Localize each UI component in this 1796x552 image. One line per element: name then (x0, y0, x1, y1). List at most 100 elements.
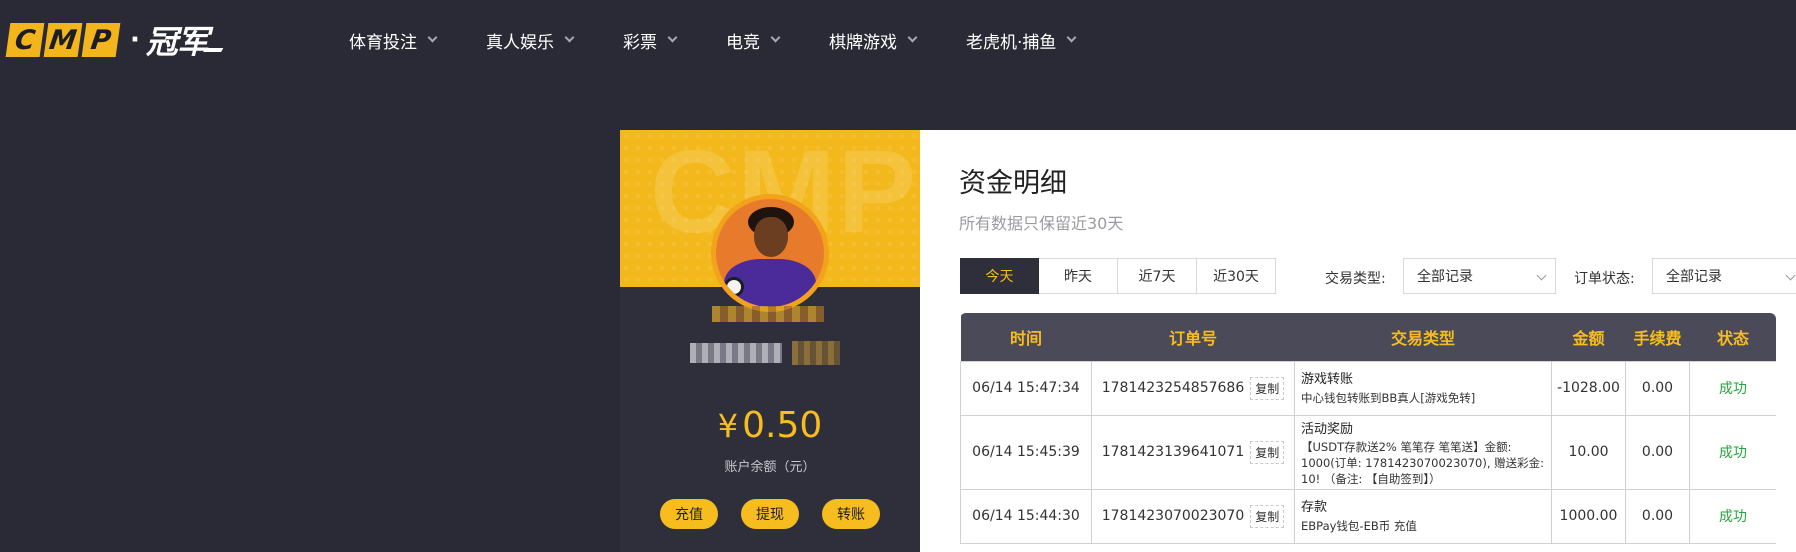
main-nav: 体育投注 真人娱乐 彩票 电竞 棋牌游戏 老虎机·捕鱼 (349, 0, 1077, 80)
transaction-type-label: 交易类型: (1325, 271, 1386, 287)
tab-last-7-days[interactable]: 近7天 (1118, 258, 1197, 294)
type-title: 游戏转账 (1301, 371, 1354, 387)
order-number: 1781423070023070 (1101, 508, 1245, 524)
column-header-type: 交易类型 (1390, 328, 1455, 348)
column-header-amount: 金额 (1572, 328, 1605, 348)
transaction-type-select[interactable]: 全部记录 (1403, 258, 1556, 294)
type-title: 存款 (1301, 499, 1328, 515)
nav-item-sports[interactable]: 体育投注 (349, 28, 438, 53)
cell-type: 存款 EBPay钱包-EB币 充值 (1294, 488, 1552, 544)
chevron-down-icon (770, 32, 781, 43)
table-row: 06/14 15:44:30 1781423070023070 复制 存款 EB… (960, 488, 1776, 544)
order-number: 1781423139641071 (1101, 444, 1245, 460)
cell-amount: 1000.00 (1551, 488, 1626, 544)
cell-type: 活动奖励 【USDT存款送2% 笔笔存 笔笔送】金额: 1000(订单: 178… (1294, 414, 1552, 490)
transaction-type-value: 全部记录 (1417, 269, 1473, 285)
cell-fee: 0.00 (1625, 488, 1690, 544)
table-row: 06/14 15:45:39 1781423139641071 复制 活动奖励 … (960, 414, 1776, 490)
cell-time: 06/14 15:47:34 (960, 360, 1092, 416)
logo-tail-mark (202, 48, 224, 52)
cell-order: 1781423254857686 复制 (1091, 360, 1295, 416)
column-header-time: 时间 (1009, 328, 1042, 348)
table-header-row: 时间 订单号 交易类型 金额 手续费 状态 (960, 313, 1776, 361)
page-subtitle: 所有数据只保留近30天 (959, 214, 1124, 233)
logo-letter-m: M (43, 23, 83, 57)
cell-fee: 0.00 (1625, 414, 1690, 490)
nav-item-label: 棋牌游戏 (829, 32, 897, 53)
cell-status: 成功 (1689, 360, 1776, 416)
nav-item-slots-fishing[interactable]: 老虎机·捕鱼 (966, 28, 1077, 53)
logo-letter-p: P (81, 23, 121, 57)
cell-amount: 10.00 (1551, 414, 1626, 490)
cell-order: 1781423070023070 复制 (1091, 488, 1295, 544)
cell-order: 1781423139641071 复制 (1091, 414, 1295, 490)
balance-value: 0.50 (742, 405, 823, 446)
nav-item-label: 电竞 (726, 32, 760, 53)
wallet-actions: 充值 提现 转账 (660, 499, 880, 529)
column-header-fee: 手续费 (1633, 328, 1682, 348)
cell-type: 游戏转账 中心钱包转账到BB真人[游戏免转] (1294, 360, 1552, 416)
type-detail: 中心钱包转账到BB真人[游戏免转] (1301, 390, 1476, 405)
date-range-tabs: 今天 昨天 近7天 近30天 (960, 258, 1276, 294)
chevron-down-icon (667, 32, 678, 43)
account-balance: ¥0.50 (620, 405, 920, 446)
order-status-select[interactable]: 全部记录 (1652, 258, 1796, 294)
type-detail: EBPay钱包-EB币 充值 (1301, 518, 1417, 533)
nav-item-label: 老虎机·捕鱼 (966, 32, 1057, 53)
nav-item-lottery[interactable]: 彩票 (623, 28, 678, 53)
tab-today[interactable]: 今天 (960, 258, 1039, 294)
order-status-value: 全部记录 (1666, 269, 1722, 285)
vip-level-bar-blurred (712, 306, 824, 322)
cmp-logo[interactable]: C M P · 冠军 (5, 22, 228, 61)
funds-detail-panel: 资金明细 所有数据只保留近30天 今天 昨天 近7天 近30天 交易类型: 全部… (920, 130, 1796, 552)
nav-item-esports[interactable]: 电竞 (726, 28, 781, 53)
order-number: 1781423254857686 (1101, 380, 1245, 396)
nav-item-card-games[interactable]: 棋牌游戏 (829, 28, 918, 53)
cell-fee: 0.00 (1625, 360, 1690, 416)
cell-time: 06/14 15:44:30 (960, 488, 1092, 544)
cell-amount: -1028.00 (1551, 360, 1626, 416)
cell-status: 成功 (1689, 414, 1776, 490)
cell-status: 成功 (1689, 488, 1776, 544)
chevron-down-icon (1536, 270, 1547, 281)
nav-item-label: 彩票 (623, 32, 657, 53)
cell-time: 06/14 15:45:39 (960, 414, 1092, 490)
copy-button[interactable]: 复制 (1250, 440, 1285, 464)
type-title: 活动奖励 (1301, 421, 1354, 437)
deposit-button[interactable]: 充值 (660, 499, 718, 529)
copy-button[interactable]: 复制 (1250, 504, 1285, 528)
type-detail: 【USDT存款送2% 笔笔存 笔笔送】金额: 1000(订单: 17814230… (1301, 439, 1545, 486)
balance-label: 账户余额（元） (724, 460, 816, 475)
avatar-face (754, 217, 788, 257)
nav-item-label: 真人娱乐 (486, 32, 554, 53)
username-blurred (690, 343, 782, 363)
column-header-order: 订单号 (1168, 328, 1217, 348)
nav-item-label: 体育投注 (349, 32, 417, 53)
order-status-label: 订单状态: (1574, 271, 1635, 287)
currency-symbol: ¥ (717, 407, 739, 445)
top-navbar: C M P · 冠军 体育投注 真人娱乐 彩票 电竞 棋牌游戏 老虎机·捕鱼 (0, 0, 1796, 80)
user-level-blurred (792, 341, 840, 365)
page-title: 资金明细 (959, 168, 1067, 199)
avatar-image (716, 199, 824, 307)
withdraw-button[interactable]: 提现 (741, 499, 799, 529)
logo-chinese-text: 冠军 (145, 23, 209, 61)
copy-button[interactable]: 复制 (1250, 376, 1285, 400)
nav-item-live-casino[interactable]: 真人娱乐 (486, 28, 575, 53)
user-info-blurred (690, 340, 850, 366)
chevron-down-icon (427, 32, 438, 43)
profile-card: CMP ¥0.50 账户余额（元） 充值 提现 转账 (620, 130, 920, 552)
column-header-status: 状态 (1716, 328, 1749, 348)
chevron-down-icon (907, 32, 918, 43)
transactions-table: 时间 订单号 交易类型 金额 手续费 状态 06/14 15:47:34 178… (960, 313, 1776, 552)
transfer-button[interactable]: 转账 (822, 499, 880, 529)
avatar-badge (724, 277, 744, 297)
chevron-down-icon (1066, 32, 1077, 43)
logo-dot: · (130, 25, 140, 55)
tab-last-30-days[interactable]: 近30天 (1197, 258, 1276, 294)
chevron-down-icon (564, 32, 575, 43)
tab-yesterday[interactable]: 昨天 (1039, 258, 1118, 294)
table-row: 06/14 15:47:34 1781423254857686 复制 游戏转账 … (960, 360, 1776, 416)
chevron-down-icon (1785, 270, 1796, 281)
avatar[interactable] (711, 194, 829, 312)
